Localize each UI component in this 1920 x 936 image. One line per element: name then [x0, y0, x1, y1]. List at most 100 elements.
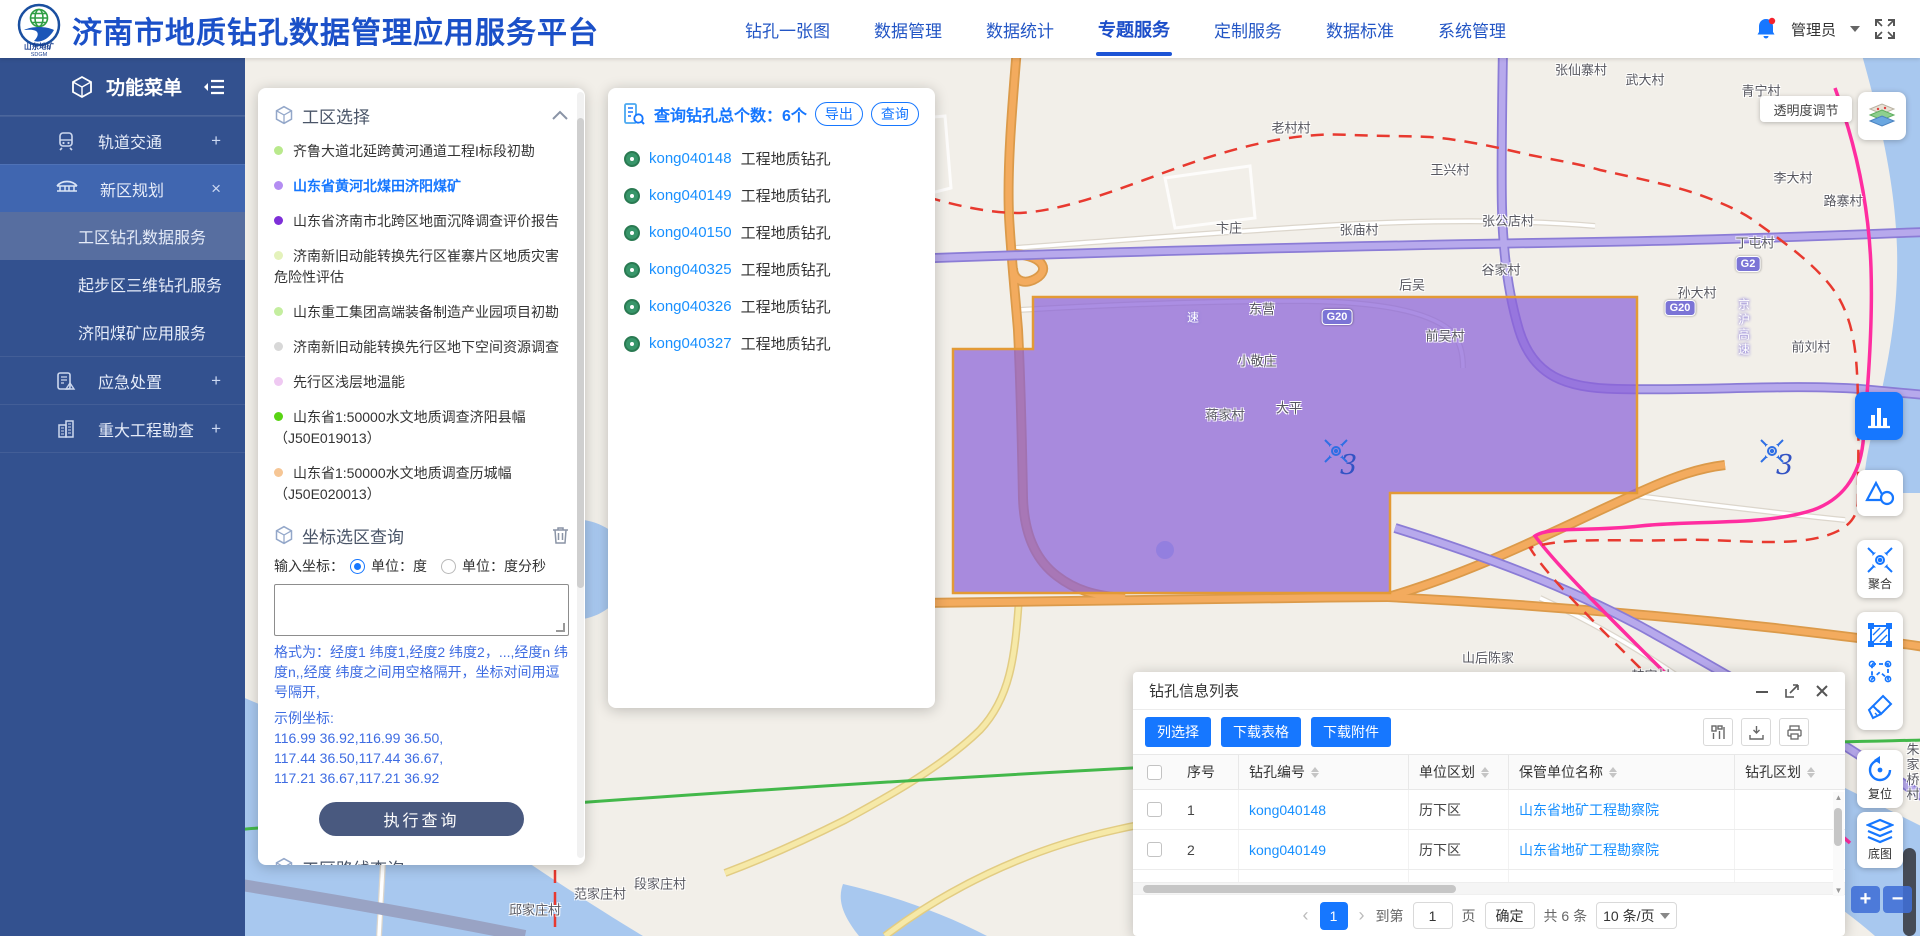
radio-label-dms[interactable]: 单位：度分秒 — [462, 556, 546, 576]
borehole-cluster-marker[interactable]: 3 — [1323, 438, 1367, 482]
fullscreen-icon[interactable] — [1874, 18, 1896, 40]
borehole-result-item[interactable]: kong040149 工程地质钻孔 — [622, 177, 921, 214]
workarea-item[interactable]: 山东省1:50000水文地质调查历城幅（J50E020013） — [274, 456, 569, 512]
polygon-select-icon[interactable] — [1867, 658, 1893, 684]
workarea-item[interactable]: 山东重工集团高端装备制造产业园项目初勘 — [274, 295, 569, 330]
workarea-item[interactable]: 先行区浅层地温能 — [274, 365, 569, 400]
sort-icon[interactable] — [1481, 767, 1489, 778]
trash-icon[interactable] — [552, 526, 569, 544]
sidebar-item-emergency[interactable]: 应急处置 + — [0, 356, 245, 404]
rect-select-icon[interactable] — [1867, 622, 1893, 648]
borehole-result-item[interactable]: kong040326 工程地质钻孔 — [622, 288, 921, 325]
borehole-cluster-marker[interactable]: 3 — [1759, 438, 1803, 482]
clear-brush-icon[interactable] — [1867, 694, 1893, 720]
collapse-menu-icon[interactable] — [203, 78, 225, 96]
table-action-button[interactable]: 列选择 — [1145, 717, 1211, 747]
close-icon[interactable] — [1815, 684, 1829, 698]
nav-item[interactable]: 系统管理 — [1438, 0, 1506, 58]
layer-preview-button[interactable] — [1858, 92, 1906, 140]
page-size-select[interactable]: 10 条/页 — [1596, 902, 1677, 929]
export-table-icon[interactable] — [1741, 718, 1771, 746]
workarea-item[interactable]: 山东省济南市北跨区地面沉降调查评价报告 — [274, 204, 569, 239]
workarea-item[interactable]: 济南新旧动能转换先行区地下空间资源调查 — [274, 330, 569, 365]
radio-unit-degree[interactable] — [350, 559, 365, 574]
table-action-button[interactable]: 下载附件 — [1311, 717, 1391, 747]
nav-item[interactable]: 数据统计 — [986, 0, 1054, 58]
sidebar-subitem[interactable]: 起步区三维钻孔服务 — [0, 260, 245, 308]
transparency-adjust-button[interactable]: 透明度调节 — [1760, 96, 1852, 122]
sort-icon[interactable] — [1609, 767, 1617, 778]
borehole-result-item[interactable]: kong040150 工程地质钻孔 — [622, 214, 921, 251]
table-column-header[interactable]: 序号 — [1177, 755, 1239, 789]
sort-icon[interactable] — [1807, 767, 1815, 778]
draw-shapes-button[interactable] — [1857, 470, 1903, 516]
sidebar-item-rail-transit[interactable]: 轨道交通 + — [0, 116, 245, 164]
workarea-item[interactable]: 山东省黄河北煤田济阳煤矿 — [274, 169, 569, 204]
nav-item[interactable]: 专题服务 — [1098, 0, 1170, 58]
minimize-icon[interactable] — [1755, 684, 1769, 698]
table-column-header[interactable]: 钻孔区划 — [1735, 755, 1829, 789]
borehole-type: 工程地质钻孔 — [741, 148, 831, 169]
cluster-count: 3 — [1776, 450, 1793, 481]
nav-item[interactable]: 数据标准 — [1326, 0, 1394, 58]
nav-item[interactable]: 数据管理 — [874, 0, 942, 58]
nav-item[interactable]: 定制服务 — [1214, 0, 1282, 58]
scroll-up-icon[interactable]: ▲ — [1833, 793, 1844, 802]
sidebar-item-new-district[interactable]: 新区规划 × — [0, 164, 245, 212]
radio-label-degree[interactable]: 单位：度 — [371, 556, 427, 576]
radio-unit-dms[interactable] — [441, 559, 456, 574]
execute-query-button[interactable]: 执行查询 — [319, 802, 524, 836]
bell-icon[interactable] — [1755, 17, 1777, 41]
table-action-button[interactable]: 下载表格 — [1221, 717, 1301, 747]
table-vertical-scrollbar[interactable]: ▲ ▼ — [1833, 792, 1844, 896]
caret-down-icon[interactable] — [1850, 26, 1860, 32]
row-checkbox[interactable] — [1147, 802, 1162, 817]
current-page-button[interactable]: 1 — [1320, 902, 1348, 930]
borehole-result-item[interactable]: kong040148 工程地质钻孔 — [622, 140, 921, 177]
confirm-page-button[interactable]: 确定 — [1485, 902, 1535, 929]
scroll-down-icon[interactable]: ▼ — [1833, 886, 1844, 895]
workarea-item[interactable]: 山东省1:50000水文地质调查济阳县幅（J50E019013） — [274, 400, 569, 456]
borehole-result-item[interactable]: kong040327 工程地质钻孔 — [622, 325, 921, 362]
print-icon[interactable] — [1779, 718, 1809, 746]
column-settings-icon[interactable] — [1703, 718, 1733, 746]
coord-textarea[interactable] — [274, 584, 569, 636]
zoom-in-button[interactable]: + — [1851, 886, 1880, 913]
table-column-header[interactable]: 单位区划 — [1409, 755, 1509, 789]
table-row[interactable]: 2 kong040149 历下区 山东省地矿工程勘察院 — [1133, 830, 1845, 870]
next-page-icon[interactable]: › — [1357, 905, 1367, 926]
row-checkbox[interactable] — [1147, 842, 1162, 857]
expand-plus-icon[interactable]: + — [211, 419, 221, 439]
sidebar-subitem[interactable]: 济阳煤矿应用服务 — [0, 308, 245, 356]
workarea-item[interactable]: 齐鲁大道北延跨黄河通道工程I标段初勘 — [274, 134, 569, 169]
prev-page-icon[interactable]: ‹ — [1301, 905, 1311, 926]
query-button[interactable]: 查询 — [871, 102, 919, 126]
table-horizontal-scrollbar[interactable] — [1133, 882, 1845, 894]
sidebar-subitem[interactable]: 工区钻孔数据服务 — [0, 212, 245, 260]
table-row[interactable]: 1 kong040148 历下区 山东省地矿工程勘察院 — [1133, 790, 1845, 830]
basemap-button[interactable]: 底图 — [1857, 812, 1903, 868]
expand-plus-icon[interactable]: + — [211, 131, 221, 151]
borehole-result-item[interactable]: kong040325 工程地质钻孔 — [622, 251, 921, 288]
nav-item[interactable]: 钻孔一张图 — [745, 0, 830, 58]
goto-page-input[interactable]: 1 — [1413, 902, 1453, 929]
user-name[interactable]: 管理员 — [1791, 19, 1836, 40]
maximize-icon[interactable] — [1785, 684, 1799, 698]
export-button[interactable]: 导出 — [815, 102, 863, 126]
chevron-up-icon[interactable] — [551, 109, 569, 121]
table-titlebar[interactable]: 钻孔信息列表 — [1133, 672, 1845, 710]
sidebar-item-major-projects[interactable]: 重大工程勘查 + — [0, 404, 245, 452]
statistics-chart-button[interactable] — [1855, 392, 1903, 440]
expand-plus-icon[interactable]: + — [211, 371, 221, 391]
select-all-checkbox[interactable] — [1147, 765, 1162, 780]
table-column-header[interactable]: 保管单位名称 — [1509, 755, 1735, 789]
zoom-out-button[interactable]: − — [1883, 886, 1912, 913]
table-row[interactable]: 3 kong040150 历下区 山东省地矿工程勘察院 — [1133, 870, 1845, 882]
sort-icon[interactable] — [1311, 767, 1319, 778]
workarea-item[interactable]: 济南新旧动能转换先行区崔寨片区地质灾害危险性评估 — [274, 239, 569, 295]
reset-view-button[interactable]: 复位 — [1857, 750, 1903, 808]
collapse-x-icon[interactable]: × — [211, 179, 221, 199]
table-column-header[interactable]: 钻孔编号 — [1239, 755, 1409, 789]
cluster-toggle-button[interactable]: 聚合 — [1857, 540, 1903, 598]
workarea-scrollbar[interactable] — [577, 92, 584, 858]
